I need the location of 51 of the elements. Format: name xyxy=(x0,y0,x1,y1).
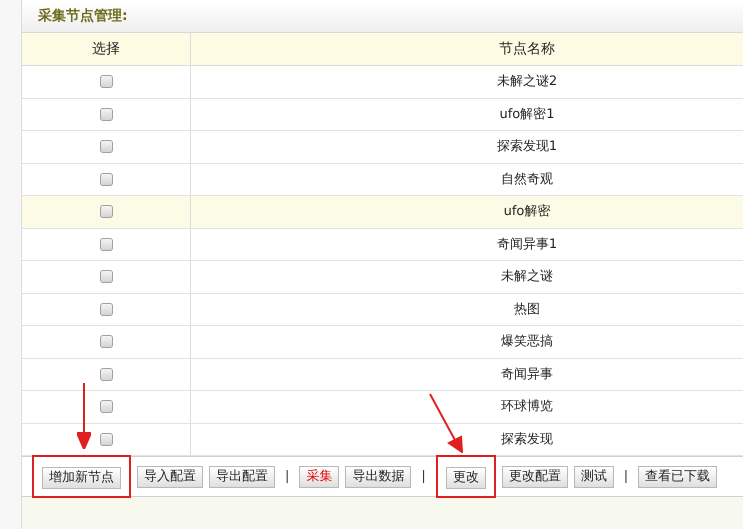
toolbar-button[interactable]: 更改配置 xyxy=(502,466,568,488)
checkbox[interactable] xyxy=(100,302,112,316)
table-row[interactable]: 热图 xyxy=(22,294,743,326)
checkbox[interactable] xyxy=(100,140,112,154)
table-row[interactable]: 未解之谜 xyxy=(22,261,743,294)
checkbox[interactable] xyxy=(100,238,112,251)
checkbox[interactable] xyxy=(100,400,112,414)
table-row[interactable]: 探索发现 xyxy=(22,424,743,456)
table-row[interactable]: 自然奇观 xyxy=(22,164,743,196)
checkbox[interactable] xyxy=(100,172,112,186)
table-cell-text: 热图 xyxy=(514,300,540,318)
table-cell-text: 爆笑恶搞 xyxy=(501,333,553,351)
checkbox[interactable] xyxy=(100,205,112,218)
table-row[interactable]: ufo解密1 xyxy=(22,98,743,131)
table-cell-text: ufo解密 xyxy=(504,203,550,221)
toolbar-button[interactable]: 更改 xyxy=(446,466,486,489)
table-cell-text: 奇闻异事 xyxy=(501,366,553,384)
toolbar-button[interactable]: 采集 xyxy=(299,466,340,488)
table-row[interactable]: 奇闻异事1 xyxy=(22,228,743,261)
table-row[interactable]: 环球博览 xyxy=(22,391,743,424)
toolbar-button[interactable]: 导入配置 xyxy=(137,466,203,488)
toolbar-button[interactable]: 测试 xyxy=(574,466,614,488)
checkbox[interactable] xyxy=(100,270,112,284)
column-header: 节点名称 xyxy=(498,40,556,58)
table-row[interactable]: 爆笑恶搞 xyxy=(22,326,743,358)
table-cell-text: 环球博览 xyxy=(501,398,553,416)
toolbar-button[interactable]: 增加新节点 xyxy=(42,466,121,489)
table-cell-text: 未解之谜 xyxy=(501,268,553,286)
table-cell-text: 探索发现1 xyxy=(496,138,558,156)
table-cell-text: ufo解密1 xyxy=(499,106,555,124)
checkbox[interactable] xyxy=(100,108,112,121)
toolbar-button[interactable]: 导出配置 xyxy=(209,466,275,488)
toolbar-button[interactable]: 查看已下载 xyxy=(638,466,718,488)
checkbox[interactable] xyxy=(100,335,112,348)
checkbox[interactable] xyxy=(100,75,112,88)
toolbar-button[interactable]: 导出数据 xyxy=(345,466,412,488)
separator-text: | xyxy=(284,468,290,486)
section-title: 采集节点管理: xyxy=(38,6,128,26)
column-header: 选择 xyxy=(22,33,191,65)
table-cell-text: 奇闻异事1 xyxy=(496,236,558,254)
checkbox[interactable] xyxy=(100,368,112,381)
table-cell-text: 未解之谜2 xyxy=(496,73,558,91)
separator-text: | xyxy=(420,468,427,486)
table-row[interactable]: 探索发现1 xyxy=(22,131,743,164)
separator-text: | xyxy=(622,468,630,486)
table-row[interactable]: ufo解密 xyxy=(22,196,743,228)
table-cell-text: 探索发现 xyxy=(501,430,553,448)
table-cell-text: 自然奇观 xyxy=(501,170,553,188)
table-row[interactable]: 未解之谜2 xyxy=(22,66,743,98)
checkbox[interactable] xyxy=(100,432,112,446)
table-row[interactable]: 奇闻异事 xyxy=(22,358,743,391)
